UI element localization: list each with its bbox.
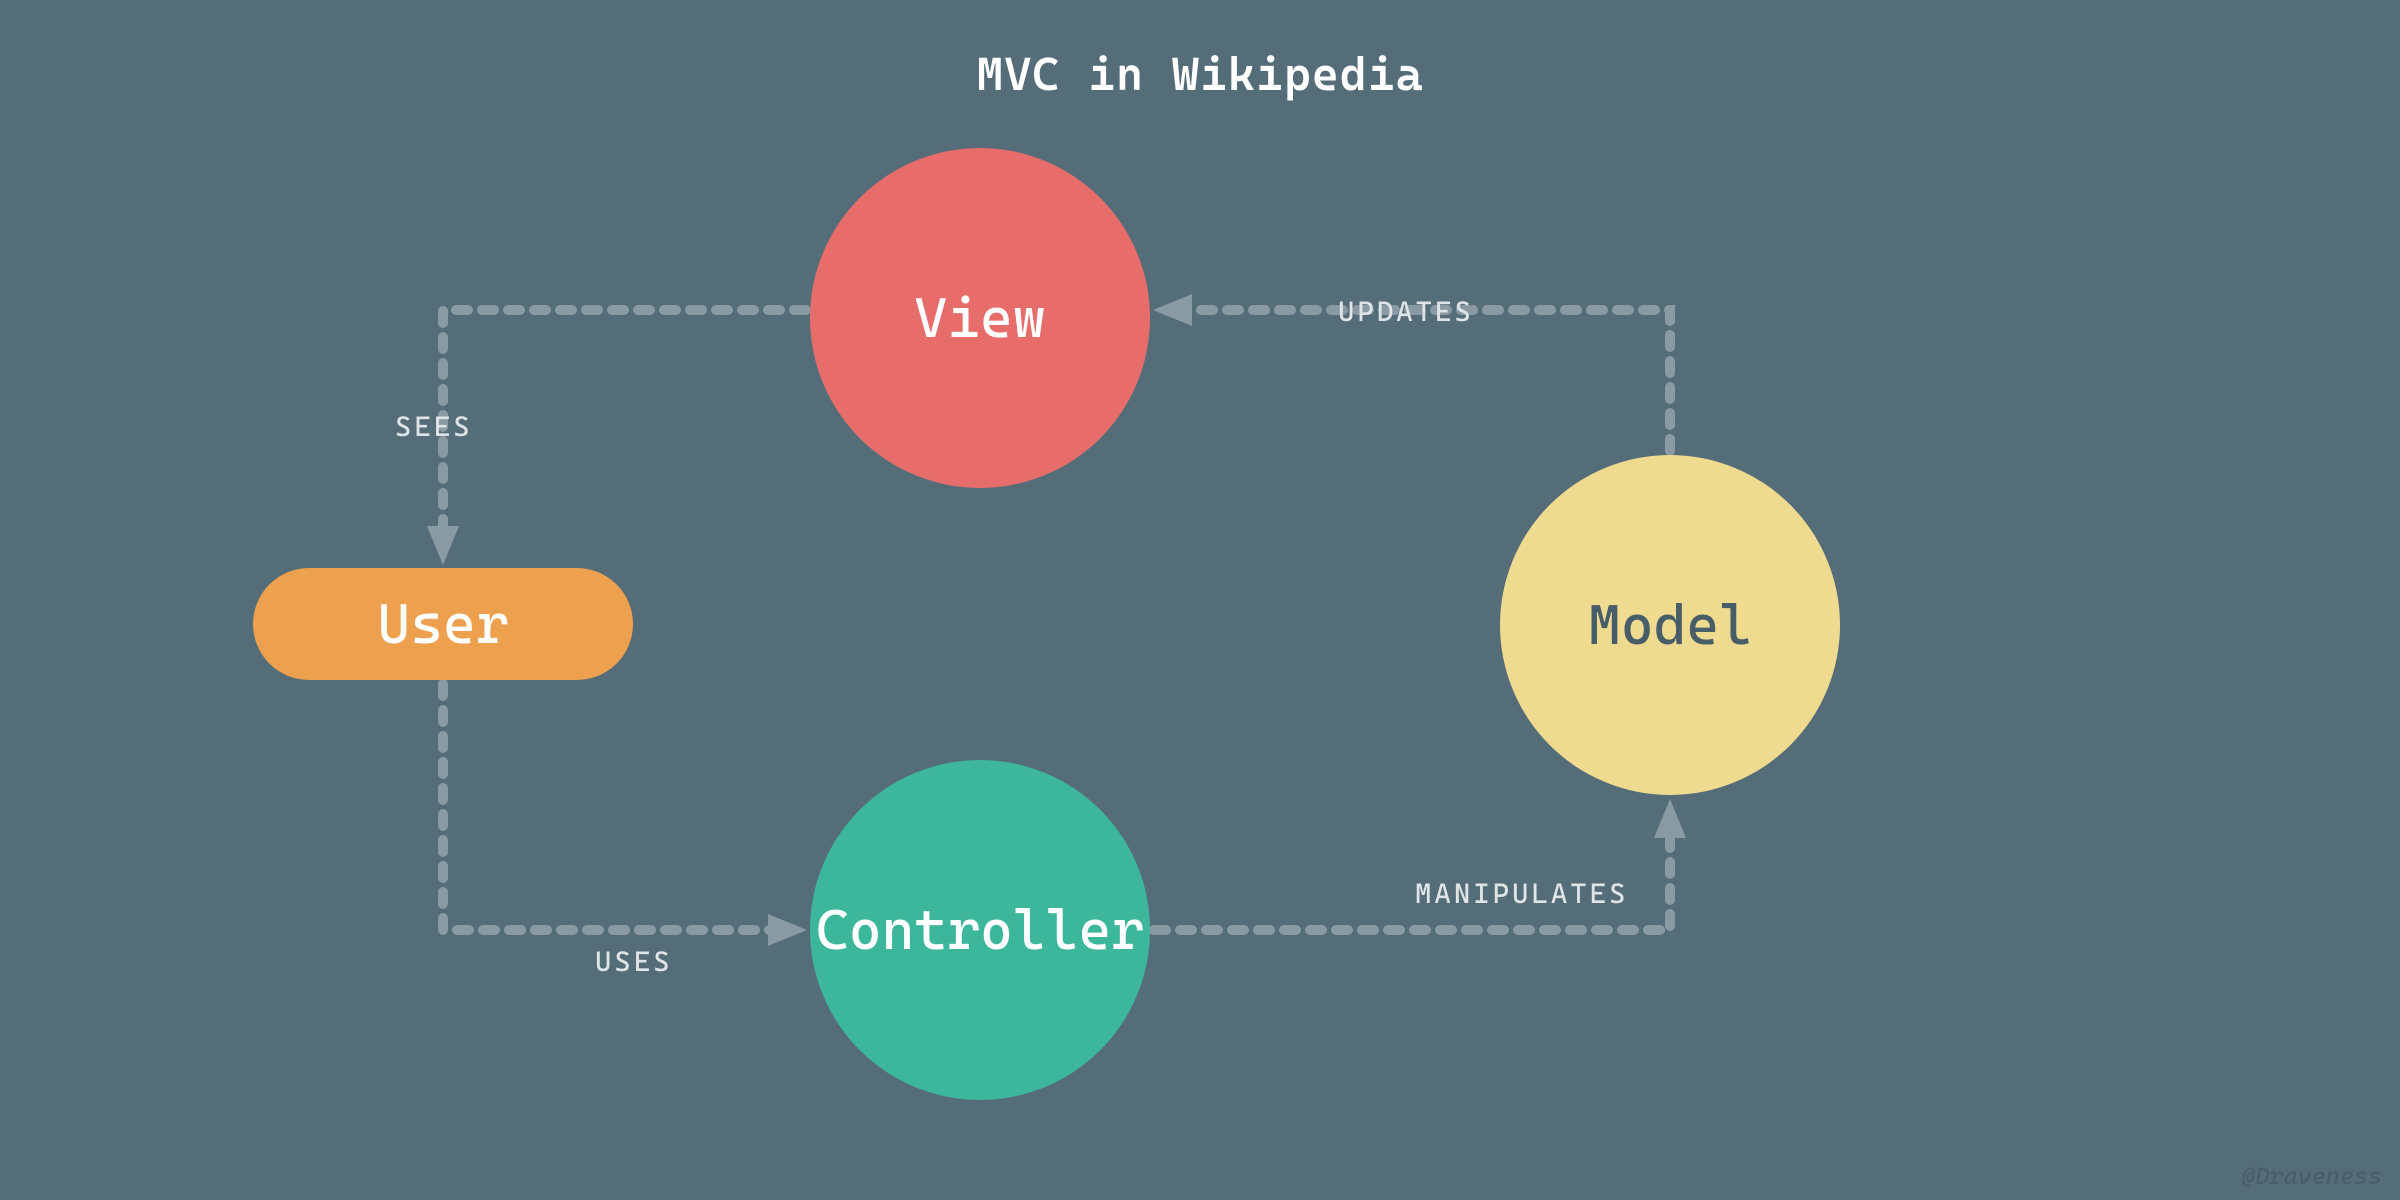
node-model: Model: [1500, 455, 1840, 795]
edge-label-sees: SEES: [395, 410, 473, 443]
edge-label-manipulates: MANIPULATES: [1415, 877, 1628, 910]
diagram-title: MVC in Wikipedia: [976, 47, 1423, 101]
edge-label-uses: USES: [595, 945, 673, 978]
node-view: View: [810, 148, 1150, 488]
attribution: @Draveness: [2241, 1162, 2382, 1190]
node-model-label: Model: [1588, 593, 1752, 658]
node-controller-label: Controller: [816, 898, 1144, 963]
edge-label-updates: UPDATES: [1338, 295, 1474, 328]
node-user: User: [253, 568, 633, 680]
node-controller: Controller: [810, 760, 1150, 1100]
node-view-label: View: [914, 286, 1045, 351]
node-user-label: User: [377, 592, 508, 657]
